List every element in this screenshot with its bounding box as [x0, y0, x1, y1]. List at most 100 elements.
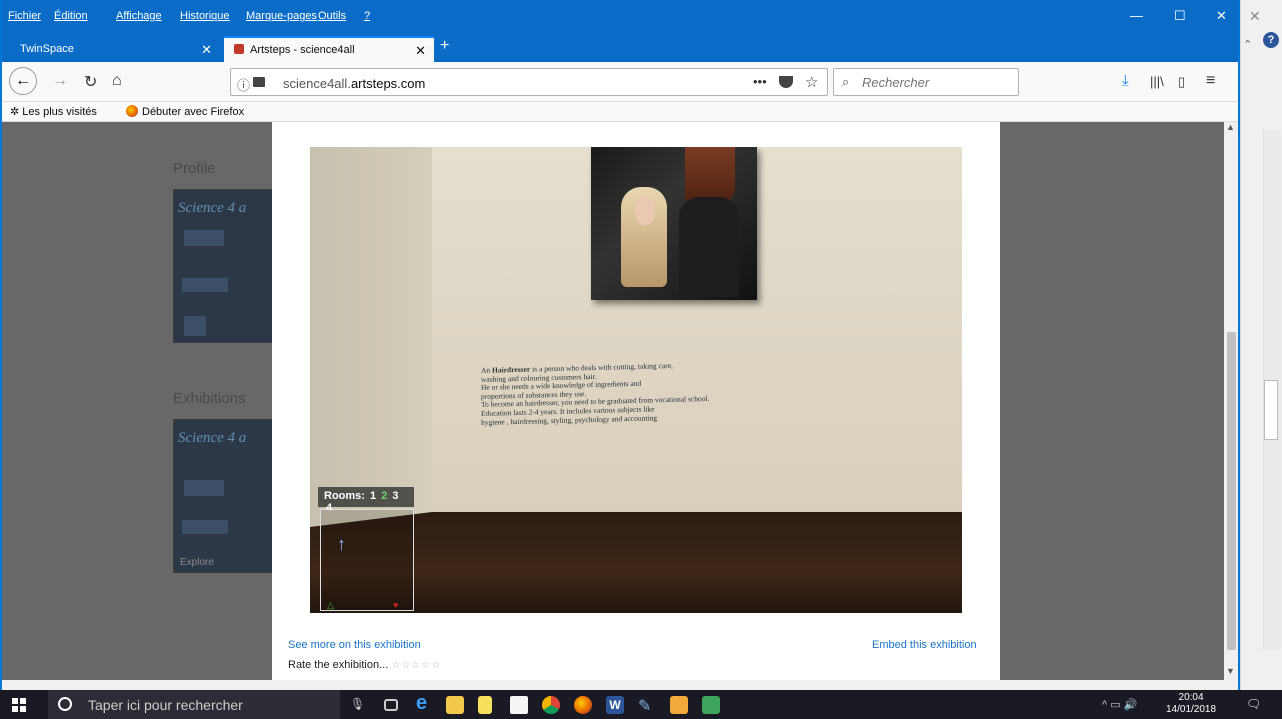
exhibition-card[interactable]: Science 4 a Explore	[173, 419, 273, 573]
home-icon[interactable]: ⌂	[112, 72, 122, 90]
url-text[interactable]: science4all.artsteps.com	[283, 76, 425, 91]
tab-twinspace[interactable]: TwinSpace ✕	[10, 36, 220, 62]
menu-historique[interactable]: Historique	[180, 10, 230, 22]
exhibition-modal: An Hairdresser is a person who deals wit…	[272, 122, 1000, 680]
navigation-toolbar: ← → ↻ ⌂ ⓘ science4all.artsteps.com ••• ☆…	[2, 62, 1238, 102]
see-more-link[interactable]: See more on this exhibition	[288, 639, 421, 651]
menu-outils[interactable]: Outils	[318, 10, 346, 22]
menu-affichage[interactable]: Affichage	[116, 10, 162, 22]
photos-icon[interactable]	[670, 696, 688, 714]
url-bar[interactable]: ⓘ science4all.artsteps.com ••• ☆	[230, 68, 828, 96]
search-icon: ⌕	[842, 74, 850, 89]
taskbar-search[interactable]: Taper ici pour rechercher	[48, 690, 340, 719]
search-input[interactable]	[862, 73, 1012, 91]
firefox-taskbar-icon[interactable]	[574, 696, 592, 714]
bookmark-get-started[interactable]: Débuter avec Firefox	[126, 105, 244, 118]
minimap[interactable]: ↑ △ ♥	[320, 509, 414, 611]
hamburger-menu-icon[interactable]: ≡	[1206, 72, 1215, 90]
sidebar-icon[interactable]: ▯	[1178, 74, 1185, 90]
wall-text[interactable]: An Hairdresser is a person who deals wit…	[481, 359, 781, 427]
background-scroll-thumb[interactable]	[1264, 380, 1278, 440]
scroll-up-icon[interactable]: ▲	[1226, 122, 1235, 132]
exhibition-card-label: Explore	[180, 557, 214, 568]
close-tab-icon[interactable]: ✕	[201, 42, 212, 58]
clock-time: 20:04	[1178, 692, 1204, 703]
room-3-link[interactable]: 3	[392, 490, 398, 502]
room-2-link[interactable]: 2	[381, 490, 387, 502]
task-view-icon[interactable]	[384, 699, 398, 711]
hairdresser-painting[interactable]	[591, 147, 757, 300]
collapse-icon[interactable]: ⌃	[1243, 38, 1252, 51]
clock-date: 14/01/2018	[1166, 704, 1217, 715]
page-content: Profile Science 4 a Exhibitions Science …	[2, 122, 1238, 680]
menu-marque-pages[interactable]: Marque-pages	[246, 10, 317, 22]
minimize-icon[interactable]: —	[1130, 8, 1143, 23]
profile-heading: Profile	[173, 160, 216, 177]
search-bar[interactable]: ⌕	[833, 68, 1019, 96]
embed-link[interactable]: Embed this exhibition	[872, 639, 977, 651]
scroll-down-icon[interactable]: ▼	[1226, 666, 1235, 676]
card-block	[182, 278, 228, 292]
clock[interactable]: 20:04 14/01/2018	[1166, 692, 1216, 716]
system-tray[interactable]: ^ ▭ 🔊	[1102, 698, 1137, 711]
lock-icon	[253, 77, 265, 87]
rate-label: Rate the exhibition...	[288, 659, 389, 671]
library-icon[interactable]: |||\	[1150, 74, 1164, 89]
excel-icon[interactable]	[702, 696, 720, 714]
chrome-icon[interactable]	[542, 696, 560, 714]
microphone-icon[interactable]: 🎙	[350, 697, 368, 715]
3d-viewer[interactable]: An Hairdresser is a person who deals wit…	[310, 147, 962, 613]
taskbar-search-placeholder: Taper ici pour rechercher	[88, 697, 243, 713]
browser-window: Fichier Édition Affichage Historique Mar…	[0, 0, 1240, 690]
bookmarks-toolbar: ✲ Les plus visités Débuter avec Firefox	[2, 102, 1238, 122]
back-arrow-icon[interactable]: ←	[9, 67, 37, 95]
card-block	[182, 520, 228, 534]
maximize-icon[interactable]: ☐	[1174, 8, 1186, 24]
notification-center-icon[interactable]: 🗨	[1246, 697, 1261, 711]
firefox-icon	[126, 105, 138, 117]
eye-icon[interactable]: ◉	[961, 575, 962, 593]
downloads-icon[interactable]: ⤓	[1122, 72, 1129, 89]
room-1-link[interactable]: 1	[370, 490, 376, 502]
reload-icon[interactable]: ↻	[84, 72, 97, 92]
page-actions-icon[interactable]: •••	[753, 74, 767, 89]
card-block	[184, 230, 224, 246]
pocket-icon[interactable]	[779, 76, 793, 88]
close-icon[interactable]: ✕	[1249, 8, 1261, 25]
close-tab-icon[interactable]: ✕	[415, 43, 426, 59]
paint-icon[interactable]: ✎	[638, 696, 656, 715]
left-wall	[310, 147, 432, 527]
gear-icon: ✲	[10, 106, 20, 118]
forward-arrow-icon[interactable]: →	[52, 72, 68, 90]
status-bar	[2, 680, 1238, 690]
bookmark-most-visited[interactable]: ✲ Les plus visités	[10, 105, 97, 118]
file-explorer-icon[interactable]	[446, 696, 464, 714]
painting-detail	[679, 197, 739, 297]
info-icon[interactable]: ⓘ	[237, 75, 250, 94]
tab-artsteps[interactable]: Artsteps - science4all ✕	[224, 36, 434, 62]
profile-card[interactable]: Science 4 a	[173, 189, 273, 343]
word-icon[interactable]: W	[606, 696, 624, 714]
profile-card-title: Science 4 a	[178, 200, 247, 216]
menu-help[interactable]: ?	[364, 10, 370, 22]
windows-start-icon[interactable]	[12, 698, 26, 712]
rooms-label: Rooms:	[324, 490, 365, 502]
painting-detail	[635, 197, 655, 225]
card-block	[184, 480, 224, 496]
help-icon[interactable]: ?	[1263, 32, 1279, 48]
tab-strip: TwinSpace ✕ Artsteps - science4all ✕	[2, 34, 1238, 62]
menu-fichier[interactable]: Fichier	[8, 10, 41, 22]
url-prefix: science4all.	[283, 76, 351, 91]
scroll-thumb[interactable]	[1227, 332, 1236, 650]
menu-edition[interactable]: Édition	[54, 10, 88, 22]
sticky-notes-icon[interactable]	[478, 696, 492, 714]
exhibition-card-title: Science 4 a	[178, 430, 247, 446]
bookmark-star-icon[interactable]: ☆	[805, 73, 818, 91]
close-window-icon[interactable]: ✕	[1216, 8, 1227, 24]
edge-icon[interactable]: e	[416, 692, 434, 714]
page-scrollbar[interactable]: ▲ ▼	[1224, 122, 1238, 680]
store-icon[interactable]	[510, 696, 528, 714]
rating-stars[interactable]: ☆☆☆☆☆	[391, 660, 441, 671]
bookmark-label: Les plus visités	[22, 106, 97, 118]
new-tab-icon[interactable]: +	[440, 37, 449, 55]
